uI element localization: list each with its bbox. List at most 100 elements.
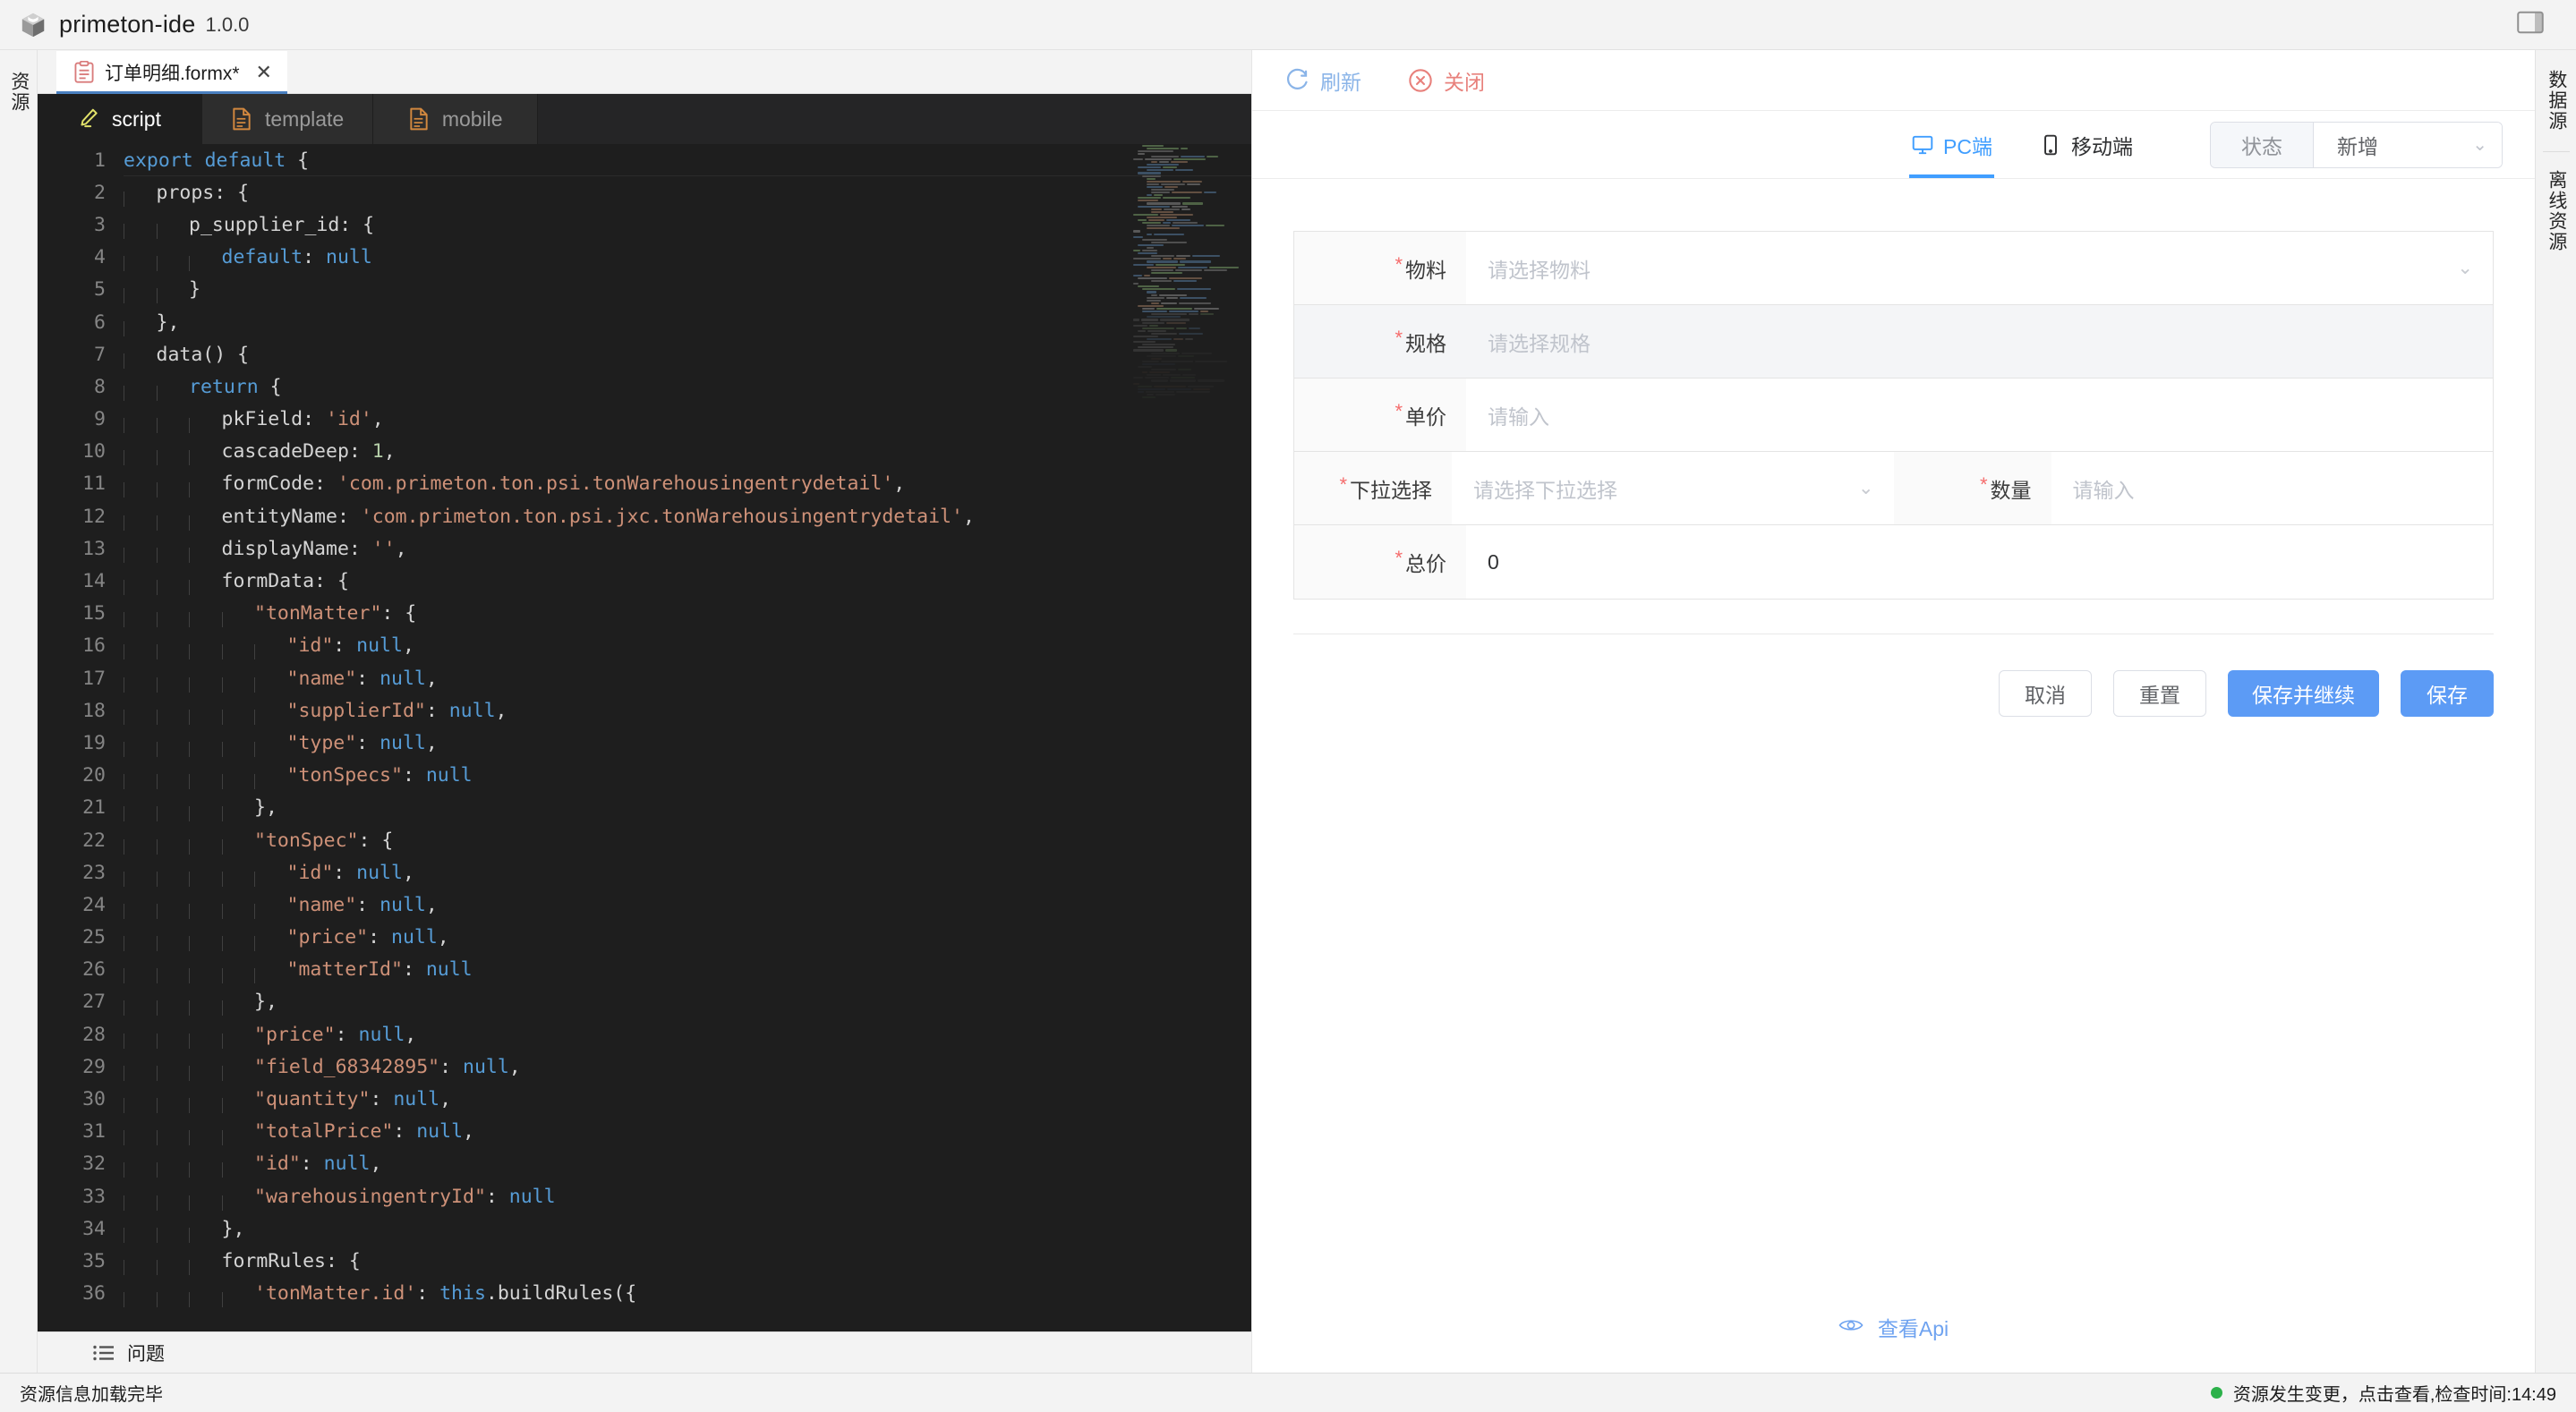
required-asterisk-icon: * xyxy=(1395,549,1403,568)
close-preview-label: 关闭 xyxy=(1444,65,1485,96)
field-placeholder: 请选择下拉选择 xyxy=(1473,473,1617,504)
main-body: 资源 订单明细.formx* ✕ xyxy=(0,50,2576,1373)
rail-item-datasource[interactable]: 数据源 xyxy=(2543,57,2569,146)
code-line: 36'tonMatter.id': this.buildRules({ xyxy=(38,1278,1251,1310)
line-number: 33 xyxy=(38,1186,124,1208)
field-input[interactable]: 请选择规格 xyxy=(1466,305,2493,378)
editor-vertical-scrollbar[interactable] xyxy=(1239,144,1251,1331)
close-icon[interactable]: ✕ xyxy=(256,63,272,82)
form-button-plain[interactable]: 取消 xyxy=(1999,670,2092,717)
rail-divider xyxy=(2543,151,2570,152)
preview-form: *物料请选择物料⌄*规格请选择规格*单价请输入*下拉选择请选择下拉选择⌄*数量请… xyxy=(1293,231,2494,600)
line-number: 6 xyxy=(38,311,124,334)
field-select[interactable]: 请选择物料 ⌄ xyxy=(1466,232,2493,304)
tab-pc[interactable]: PC端 xyxy=(1888,111,2016,178)
code-line-text: "name": null, xyxy=(124,894,438,916)
tab-script[interactable]: script xyxy=(38,94,202,144)
state-label: 状态 xyxy=(2211,123,2314,167)
state-selector[interactable]: 状态 新增 ⌄ xyxy=(2210,122,2503,168)
line-number: 20 xyxy=(38,764,124,787)
code-line: 10cascadeDeep: 1, xyxy=(38,436,1251,468)
code-line-text: entityName: 'com.primeton.ton.psi.jxc.to… xyxy=(124,506,975,528)
code-line: 5} xyxy=(38,274,1251,306)
field-input[interactable]: 请输入 xyxy=(1466,379,2493,451)
code-line-text: "field_68342895": null, xyxy=(124,1056,521,1078)
status-right[interactable]: 资源发生变更，点击查看,检查时间:14:49 xyxy=(2211,1380,2556,1406)
line-number: 26 xyxy=(38,958,124,981)
code-line-text: default: null xyxy=(124,246,372,268)
refresh-button[interactable]: 刷新 xyxy=(1284,65,1361,96)
field-select[interactable]: 请选择下拉选择⌄ xyxy=(1452,452,1894,524)
field-label: *下拉选择 xyxy=(1294,452,1452,524)
line-number: 10 xyxy=(38,440,124,463)
code-line: 19"type": null, xyxy=(38,727,1251,759)
line-number: 29 xyxy=(38,1056,124,1078)
state-dropdown[interactable]: 新增 ⌄ xyxy=(2314,123,2502,167)
tab-mobile-device-label: 移动端 xyxy=(2071,130,2133,160)
field-label-text: 下拉选择 xyxy=(1350,473,1432,504)
field-label-text: 总价 xyxy=(1405,547,1446,577)
field-label: *单价 xyxy=(1294,379,1466,451)
line-number: 4 xyxy=(38,246,124,268)
line-number: 17 xyxy=(38,668,124,690)
form-button-primary[interactable]: 保存并继续 xyxy=(2228,670,2379,717)
code-line: 34}, xyxy=(38,1212,1251,1245)
document-icon xyxy=(231,107,252,131)
form-button-row: 取消重置保存并继续保存 xyxy=(1293,670,2494,717)
form-row: *总价 0 xyxy=(1294,525,2493,599)
rail-item-resources[interactable]: 资源 xyxy=(5,64,31,120)
code-surface[interactable]: 1export default {2props: {3p_supplier_id… xyxy=(38,144,1251,1331)
tab-pc-label: PC端 xyxy=(1943,130,1992,160)
field-input[interactable]: 请输入 xyxy=(2051,452,2494,524)
title-bar: primeton-ide 1.0.0 xyxy=(0,0,2576,50)
line-number: 14 xyxy=(38,570,124,592)
field-placeholder: 请输入 xyxy=(2073,473,2135,504)
code-lines: 1export default {2props: {3p_supplier_id… xyxy=(38,144,1251,1331)
form-field: *单价请输入 xyxy=(1294,379,2493,451)
problems-bar[interactable]: 问题 xyxy=(38,1331,1251,1373)
code-line: 26"matterId": null xyxy=(38,954,1251,986)
form-row: *规格请选择规格 xyxy=(1294,305,2493,379)
line-number: 5 xyxy=(38,278,124,301)
field-placeholder: 请选择物料 xyxy=(1488,253,1591,284)
code-line-text: "price": null, xyxy=(124,1024,416,1046)
line-number: 23 xyxy=(38,862,124,884)
code-line: 2props: { xyxy=(38,176,1251,208)
tab-mobile-device[interactable]: 移动端 xyxy=(2016,111,2156,178)
form-button-plain[interactable]: 重置 xyxy=(2113,670,2206,717)
line-number: 15 xyxy=(38,602,124,625)
state-value: 新增 xyxy=(2337,130,2378,160)
tab-mobile[interactable]: mobile xyxy=(373,94,538,144)
desktop-icon xyxy=(1911,133,1934,157)
form-field: *规格请选择规格 xyxy=(1294,305,2493,378)
code-line-text: formCode: 'com.primeton.ton.psi.tonWareh… xyxy=(124,472,905,495)
preview-toolbar: 刷新 关闭 xyxy=(1252,50,2535,111)
required-asterisk-icon: * xyxy=(1395,328,1403,348)
line-number: 16 xyxy=(38,634,124,657)
rail-item-offline-resource[interactable]: 离线资源 xyxy=(2543,157,2569,267)
panel-layout-icon[interactable] xyxy=(2517,11,2556,38)
refresh-icon xyxy=(1284,68,1309,93)
field-placeholder: 请输入 xyxy=(1488,400,1549,430)
tab-template[interactable]: template xyxy=(202,94,373,144)
view-api-link[interactable]: 查看Api xyxy=(1293,1312,2494,1342)
line-number: 19 xyxy=(38,732,124,754)
form-field: *下拉选择请选择下拉选择⌄ xyxy=(1294,452,1894,524)
form-button-primary[interactable]: 保存 xyxy=(2401,670,2494,717)
code-tab-strip: script template xyxy=(38,94,1251,144)
document-icon xyxy=(408,107,430,131)
code-line-text: return { xyxy=(124,376,282,398)
code-line-text: } xyxy=(124,278,200,301)
file-tab-order-detail[interactable]: 订单明细.formx* ✕ xyxy=(56,51,287,93)
ide-window: primeton-ide 1.0.0 资源 xyxy=(0,0,2576,1412)
line-number: 31 xyxy=(38,1120,124,1143)
field-input[interactable]: 0 xyxy=(1466,525,2493,599)
code-line-text: data() { xyxy=(124,344,249,366)
code-line: 31"totalPrice": null, xyxy=(38,1116,1251,1148)
code-line: 11formCode: 'com.primeton.ton.psi.tonWar… xyxy=(38,468,1251,500)
code-line-text: "price": null, xyxy=(124,926,449,948)
close-preview-button[interactable]: 关闭 xyxy=(1408,65,1485,96)
code-line-text: export default { xyxy=(124,149,309,172)
chevron-down-icon: ⌄ xyxy=(2457,257,2473,279)
line-number: 3 xyxy=(38,214,124,236)
